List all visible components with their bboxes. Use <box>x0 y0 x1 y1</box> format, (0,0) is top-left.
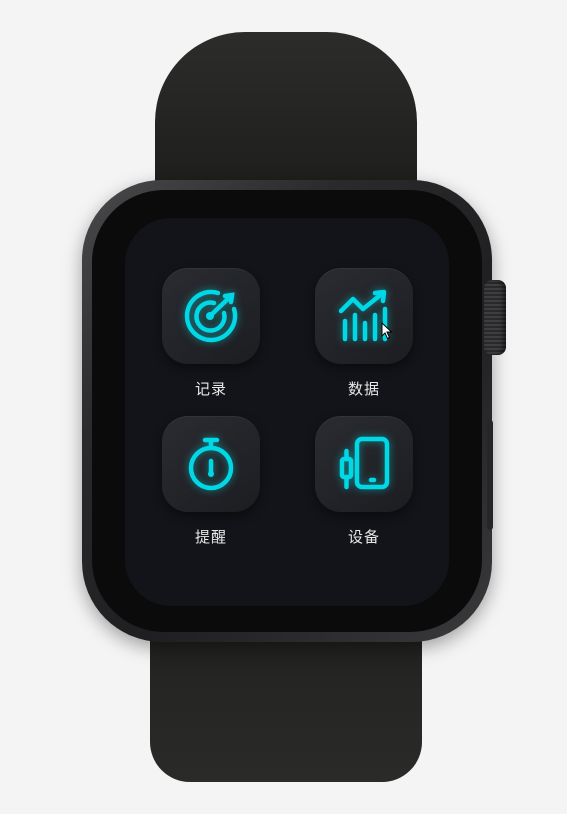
watch-screen: 记录 数据 提醒 设备 <box>125 218 449 606</box>
app-label-record: 记录 <box>194 380 227 398</box>
digital-crown[interactable] <box>484 280 506 355</box>
watch-mockup: 记录 数据 提醒 设备 <box>0 0 567 814</box>
app-tile-record[interactable] <box>162 268 260 364</box>
side-button[interactable] <box>487 420 493 530</box>
app-label-device: 设备 <box>347 528 380 546</box>
app-label-data: 数据 <box>347 380 380 398</box>
phone-device-icon <box>339 436 390 490</box>
mouse-cursor-icon <box>381 322 393 340</box>
watch-band-top <box>155 32 417 202</box>
target-icon <box>184 289 238 343</box>
app-label-reminder: 提醒 <box>194 528 227 546</box>
app-tile-reminder[interactable] <box>162 416 260 512</box>
stopwatch-icon <box>188 437 234 491</box>
app-tile-device[interactable] <box>315 416 413 512</box>
app-tile-data[interactable] <box>315 268 413 364</box>
